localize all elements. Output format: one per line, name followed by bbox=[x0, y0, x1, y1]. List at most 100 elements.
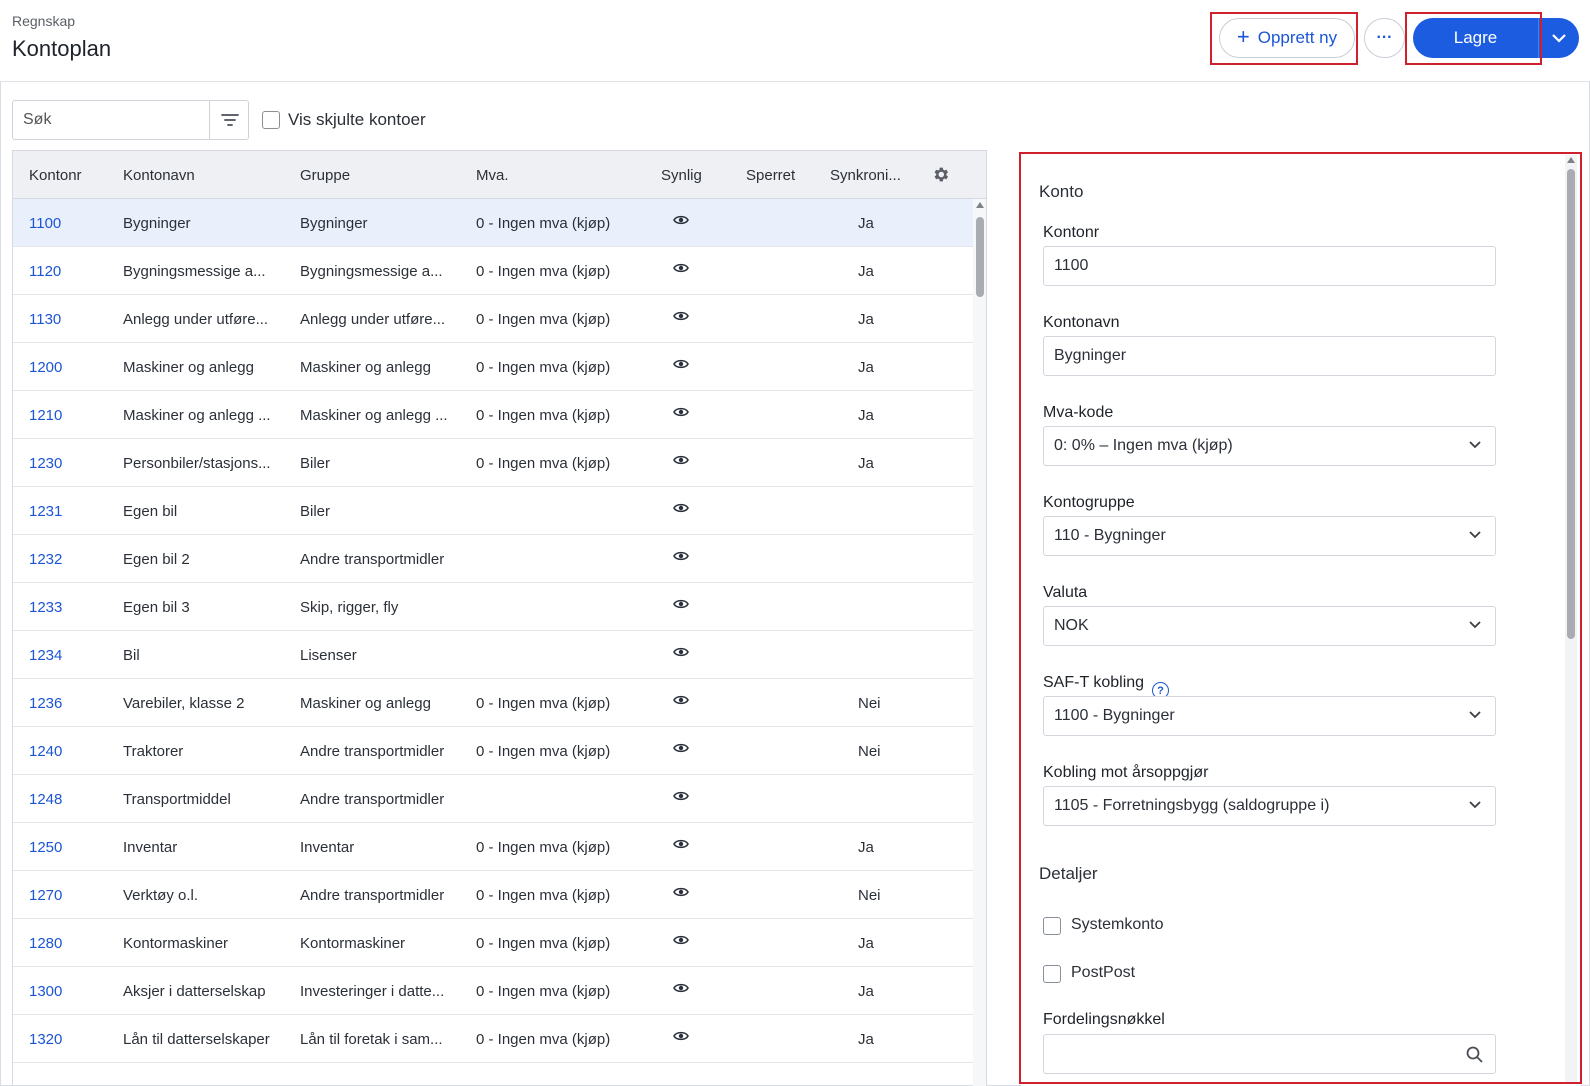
more-icon: ··· bbox=[1376, 29, 1393, 46]
kontonavn-input[interactable]: Bygninger bbox=[1043, 336, 1496, 376]
account-number-link[interactable]: 1270 bbox=[29, 887, 62, 904]
visible-eye-icon[interactable] bbox=[673, 1029, 689, 1046]
visible-eye-icon[interactable] bbox=[673, 645, 689, 662]
scroll-up-arrow-icon[interactable] bbox=[976, 202, 984, 208]
account-number-link[interactable]: 1130 bbox=[29, 311, 61, 328]
account-number-link[interactable]: 1300 bbox=[29, 983, 62, 1000]
table-row[interactable]: 1130 Anlegg under utføre... Anlegg under u… bbox=[13, 295, 973, 343]
column-header-synlig[interactable]: Synlig bbox=[661, 167, 702, 184]
table-row[interactable]: 1233 Egen bil 3 Skip, rigger, fly bbox=[13, 583, 973, 631]
table-header: Kontonr Kontonavn Gruppe Mva. Synlig Spe… bbox=[13, 151, 986, 199]
valuta-value: NOK bbox=[1054, 617, 1089, 634]
more-options-button[interactable]: ··· bbox=[1364, 18, 1405, 58]
kontogruppe-select[interactable]: 110 - Bygninger bbox=[1043, 516, 1496, 556]
saft-kobling-select[interactable]: 1100 - Bygninger bbox=[1043, 696, 1496, 736]
account-sync: Nei bbox=[858, 743, 881, 760]
column-header-mva[interactable]: Mva. bbox=[476, 167, 509, 184]
account-number-link[interactable]: 1233 bbox=[29, 599, 62, 616]
account-group: Andre transportmidler bbox=[300, 743, 445, 760]
visible-eye-icon[interactable] bbox=[673, 501, 689, 518]
account-number-link[interactable]: 1231 bbox=[29, 503, 62, 520]
show-hidden-label[interactable]: Vis skjulte kontoer bbox=[288, 110, 426, 130]
table-scrollbar-thumb[interactable] bbox=[976, 217, 984, 297]
save-options-dropdown[interactable] bbox=[1539, 18, 1579, 58]
account-name: Bygningsmessige a... bbox=[123, 263, 266, 280]
panel-scrollbar[interactable] bbox=[1565, 155, 1577, 1083]
mva-kode-select[interactable]: 0: 0% – Ingen mva (kjøp) bbox=[1043, 426, 1496, 466]
table-row[interactable]: 1100 Bygninger Bygninger 0 - Ingen mva (kjø… bbox=[13, 199, 973, 247]
table-row[interactable]: 1234 Bil Lisenser bbox=[13, 631, 973, 679]
table-row[interactable]: 1120 Bygningsmessige a... Bygningsmessige … bbox=[13, 247, 973, 295]
account-number-link[interactable]: 1200 bbox=[29, 359, 62, 376]
table-row[interactable]: 1200 Maskiner og anlegg Maskiner og anlegg… bbox=[13, 343, 973, 391]
systemkonto-checkbox[interactable] bbox=[1043, 917, 1061, 935]
visible-eye-icon[interactable] bbox=[673, 741, 689, 758]
postpost-label[interactable]: PostPost bbox=[1071, 964, 1135, 982]
table-row[interactable]: 1240 Traktorer Andre transportmidler 0 - In… bbox=[13, 727, 973, 775]
account-number-link[interactable]: 1248 bbox=[29, 791, 62, 808]
table-row[interactable]: 1300 Aksjer i datterselskap Investeringer … bbox=[13, 967, 973, 1015]
table-row[interactable]: 1231 Egen bil Biler bbox=[13, 487, 973, 535]
scroll-up-arrow-icon[interactable] bbox=[1567, 157, 1575, 163]
visible-eye-icon[interactable] bbox=[673, 885, 689, 902]
account-number-link[interactable]: 1232 bbox=[29, 551, 62, 568]
account-number-link[interactable]: 1250 bbox=[29, 839, 62, 856]
visible-eye-icon[interactable] bbox=[673, 213, 689, 230]
visible-eye-icon[interactable] bbox=[673, 453, 689, 470]
kontonr-input[interactable]: 1100 bbox=[1043, 246, 1496, 286]
fordelingsnokkel-input[interactable] bbox=[1043, 1034, 1496, 1074]
visible-eye-icon[interactable] bbox=[673, 261, 689, 278]
table-row[interactable]: 1320 Lån til datterselskaper Lån til foret… bbox=[13, 1015, 973, 1063]
search-input[interactable] bbox=[13, 101, 209, 139]
column-header-synkroni[interactable]: Synkroni... bbox=[830, 167, 901, 184]
search-icon[interactable] bbox=[1466, 1046, 1483, 1063]
visible-eye-icon[interactable] bbox=[673, 405, 689, 422]
table-row[interactable]: 1210 Maskiner og anlegg ... Maskiner og an… bbox=[13, 391, 973, 439]
visible-eye-icon[interactable] bbox=[673, 357, 689, 374]
arsoppgjor-select[interactable]: 1105 - Forretningsbygg (saldogruppe i) bbox=[1043, 786, 1496, 826]
breadcrumb[interactable]: Regnskap bbox=[12, 13, 75, 29]
visible-eye-icon[interactable] bbox=[673, 549, 689, 566]
column-settings-button[interactable] bbox=[931, 165, 950, 189]
table-row[interactable]: 1250 Inventar Inventar 0 - Ingen mva (kjøp)… bbox=[13, 823, 973, 871]
column-header-kontonavn[interactable]: Kontonavn bbox=[123, 167, 195, 184]
show-hidden-checkbox[interactable] bbox=[262, 111, 280, 129]
postpost-checkbox[interactable] bbox=[1043, 965, 1061, 983]
column-header-gruppe[interactable]: Gruppe bbox=[300, 167, 350, 184]
account-number-link[interactable]: 1230 bbox=[29, 455, 62, 472]
visible-eye-icon[interactable] bbox=[673, 693, 689, 710]
table-scrollbar[interactable] bbox=[973, 199, 986, 1086]
table-row[interactable]: 1230 Personbiler/stasjons... Biler 0 - Inge… bbox=[13, 439, 973, 487]
account-group: Biler bbox=[300, 455, 331, 472]
table-row[interactable]: 1232 Egen bil 2 Andre transportmidler bbox=[13, 535, 973, 583]
account-number-link[interactable]: 1280 bbox=[29, 935, 62, 952]
panel-scrollbar-thumb[interactable] bbox=[1567, 169, 1575, 639]
valuta-select[interactable]: NOK bbox=[1043, 606, 1496, 646]
table-row[interactable]: 1280 Kontormaskiner Kontormaskiner 0 - Inge… bbox=[13, 919, 973, 967]
account-number-link[interactable]: 1100 bbox=[29, 215, 61, 232]
account-sync: Ja bbox=[858, 839, 874, 856]
create-new-button[interactable]: + Opprett ny bbox=[1219, 18, 1355, 58]
systemkonto-label[interactable]: Systemkonto bbox=[1071, 916, 1163, 934]
filter-button[interactable] bbox=[209, 101, 249, 139]
visible-eye-icon[interactable] bbox=[673, 981, 689, 998]
visible-eye-icon[interactable] bbox=[673, 789, 689, 806]
save-button[interactable]: Lagre bbox=[1413, 18, 1539, 58]
visible-eye-icon[interactable] bbox=[673, 837, 689, 854]
account-vat: 0 - Ingen mva (kjøp) bbox=[476, 263, 611, 280]
account-number-link[interactable]: 1320 bbox=[29, 1031, 62, 1048]
visible-eye-icon[interactable] bbox=[673, 933, 689, 950]
column-header-kontonr[interactable]: Kontonr bbox=[29, 167, 82, 184]
account-number-link[interactable]: 1210 bbox=[29, 407, 62, 424]
account-number-link[interactable]: 1120 bbox=[29, 263, 61, 280]
table-row[interactable]: 1236 Varebiler, klasse 2 Maskiner og anleg… bbox=[13, 679, 973, 727]
table-row[interactable]: 1248 Transportmiddel Andre transportmidler bbox=[13, 775, 973, 823]
account-group: Bygninger bbox=[300, 215, 368, 232]
account-number-link[interactable]: 1240 bbox=[29, 743, 62, 760]
table-row[interactable]: 1270 Verktøy o.l. Andre transportmidler 0 -… bbox=[13, 871, 973, 919]
account-number-link[interactable]: 1236 bbox=[29, 695, 62, 712]
visible-eye-icon[interactable] bbox=[673, 309, 689, 326]
account-number-link[interactable]: 1234 bbox=[29, 647, 62, 664]
visible-eye-icon[interactable] bbox=[673, 597, 689, 614]
column-header-sperret[interactable]: Sperret bbox=[746, 167, 795, 184]
